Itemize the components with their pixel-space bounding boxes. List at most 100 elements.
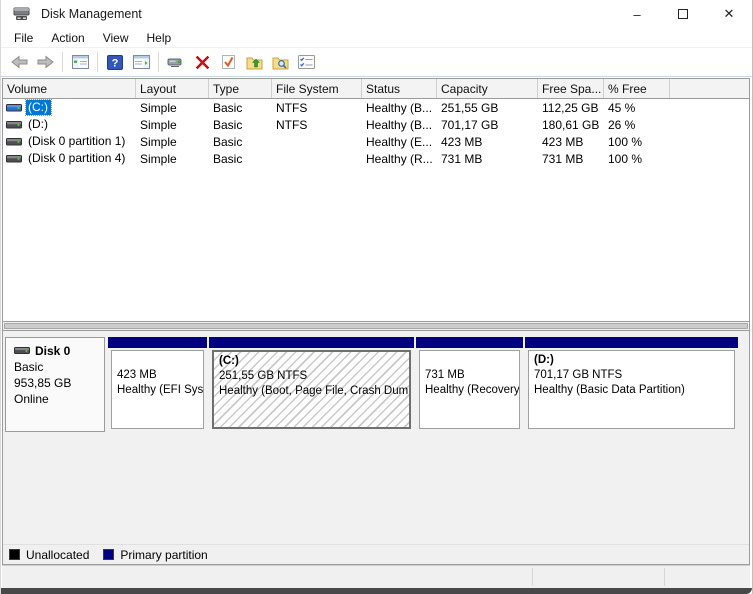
window-title: Disk Management [41, 7, 142, 21]
partition-label [117, 353, 201, 368]
volume-table-row[interactable]: (D:) Simple Basic NTFS Healthy (B... 701… [3, 116, 749, 133]
partitions-container: 423 MB Healthy (EFI Sys (C:) 251,55 GB N… [108, 337, 740, 432]
partition-block[interactable]: (D:) 701,17 GB NTFS Healthy (Basic Data … [525, 337, 738, 432]
legend-item: Unallocated [9, 548, 89, 562]
volume-cell: (Disk 0 partition 1) [3, 133, 136, 150]
menu-item-action[interactable]: Action [42, 29, 93, 47]
partition-block[interactable]: 731 MB Healthy (Recovery [416, 337, 523, 432]
menu-bar: File Action View Help [1, 28, 752, 48]
percent-free-cell: 45 % [608, 100, 636, 115]
scrollbar-thumb[interactable] [4, 323, 748, 329]
capacity-cell: 423 MB [441, 134, 483, 149]
layout-cell: Simple [140, 117, 177, 132]
settings-list-icon[interactable] [294, 50, 318, 74]
column-header--free[interactable]: % Free [604, 79, 670, 98]
change-letter-icon[interactable] [242, 50, 266, 74]
partition-status: Healthy (Recovery [425, 384, 520, 396]
column-header-volume[interactable]: Volume [3, 79, 136, 98]
layout-cell: Simple [140, 134, 177, 149]
partition-label: (D:) [534, 354, 554, 366]
partition-body: 731 MB Healthy (Recovery [419, 350, 520, 429]
disk-management-window: Disk Management – ✕ File Action View Help [0, 0, 753, 594]
free-space-cell: 112,25 GB [542, 100, 599, 115]
volume-name: (C:) [25, 99, 52, 116]
volume-drive-icon [6, 137, 22, 145]
forward-icon[interactable] [33, 50, 57, 74]
menu-item-view[interactable]: View [94, 29, 138, 47]
volume-cell: (C:) [3, 99, 136, 116]
column-header-file-system[interactable]: File System [272, 79, 362, 98]
toolbar-separator [158, 52, 159, 72]
legend-swatch [9, 549, 20, 560]
toolbar-separator [62, 52, 63, 72]
volume-table-row[interactable]: (Disk 0 partition 1) Simple Basic Health… [3, 133, 749, 150]
maximize-icon [678, 9, 688, 19]
volume-cell: (Disk 0 partition 4) [3, 150, 136, 167]
capacity-cell: 731 MB [441, 151, 483, 166]
layout-cell: Simple [140, 151, 177, 166]
volume-name: (Disk 0 partition 1) [28, 134, 126, 148]
column-header-layout[interactable]: Layout [136, 79, 209, 98]
status-cell: Healthy (E... [366, 134, 433, 149]
disk-size: 953,85 GB [14, 376, 72, 390]
status-bar-separator [532, 568, 533, 586]
partition-body: 423 MB Healthy (EFI Sys [111, 350, 204, 429]
partition-size: 701,17 GB NTFS [534, 369, 623, 381]
properties-device-icon[interactable] [164, 50, 188, 74]
capacity-cell: 251,55 GB [441, 100, 499, 115]
column-header-capacity[interactable]: Capacity [437, 79, 538, 98]
status-cell: Healthy (B... [366, 100, 433, 115]
partition-size: 423 MB [117, 369, 157, 381]
close-button[interactable]: ✕ [706, 0, 752, 28]
explore-icon[interactable] [268, 50, 292, 74]
column-header-free-spa[interactable]: Free Spa... [538, 79, 604, 98]
menu-item-file[interactable]: File [5, 29, 42, 47]
disk-status: Online [14, 392, 49, 406]
delete-volume-icon[interactable] [190, 50, 214, 74]
type-cell: Basic [213, 151, 243, 166]
partition-label [425, 353, 517, 368]
status-bar [2, 565, 750, 588]
volume-table-row[interactable]: (Disk 0 partition 4) Simple Basic Health… [3, 150, 749, 167]
partition-status: Healthy (Basic Data Partition) [534, 384, 685, 396]
show-action-pane-icon[interactable] [129, 50, 153, 74]
volume-drive-icon [6, 154, 22, 162]
partition-size: 731 MB [425, 369, 465, 381]
back-icon[interactable] [7, 50, 31, 74]
help-icon[interactable]: ? [103, 50, 127, 74]
column-header-type[interactable]: Type [209, 79, 272, 98]
mark-active-icon[interactable] [216, 50, 240, 74]
maximize-button[interactable] [660, 0, 706, 28]
disk-0-info-panel[interactable]: Disk 0 Basic 953,85 GB Online [5, 337, 105, 432]
disk-graphical-pane: Disk 0 Basic 953,85 GB Online 423 MB Hea… [3, 331, 749, 544]
partition-color-bar [525, 337, 738, 348]
partition-body: (C:) 251,55 GB NTFS Healthy (Boot, Page … [212, 350, 411, 429]
partition-block[interactable]: 423 MB Healthy (EFI Sys [108, 337, 207, 432]
type-cell: Basic [213, 117, 243, 132]
status-cell: Healthy (B... [366, 117, 433, 132]
volume-table-row[interactable]: (C:) Simple Basic NTFS Healthy (B... 251… [3, 99, 749, 116]
layout-cell: Simple [140, 100, 177, 115]
console-area: Volume Layout Type File System Status Capacit… [2, 78, 750, 565]
volume-name: (Disk 0 partition 4) [28, 151, 126, 165]
free-space-cell: 423 MB [542, 134, 584, 149]
window-controls: – ✕ [614, 0, 752, 28]
partition-status: Healthy (Boot, Page File, Crash Dum [219, 385, 409, 397]
horizontal-scrollbar[interactable] [3, 321, 749, 331]
partition-block[interactable]: (C:) 251,55 GB NTFS Healthy (Boot, Page … [209, 337, 414, 432]
file-system-cell [272, 150, 362, 167]
volume-table-header: Volume Layout Type File System Status Capacit… [3, 79, 749, 99]
title-bar: Disk Management – ✕ [1, 0, 752, 28]
capacity-cell: 701,17 GB [441, 117, 499, 132]
type-cell: Basic [213, 100, 243, 115]
partition-label: (C:) [219, 355, 239, 367]
column-header[interactable] [670, 79, 749, 98]
disk-drive-icon [14, 347, 30, 354]
menu-item-help[interactable]: Help [138, 29, 181, 47]
percent-free-cell: 26 % [608, 117, 636, 132]
column-header-status[interactable]: Status [362, 79, 437, 98]
minimize-button[interactable]: – [614, 0, 660, 28]
status-cell: Healthy (R... [366, 151, 433, 166]
disk-0-row: Disk 0 Basic 953,85 GB Online 423 MB Hea… [5, 337, 740, 432]
show-console-tree-icon[interactable] [68, 50, 92, 74]
